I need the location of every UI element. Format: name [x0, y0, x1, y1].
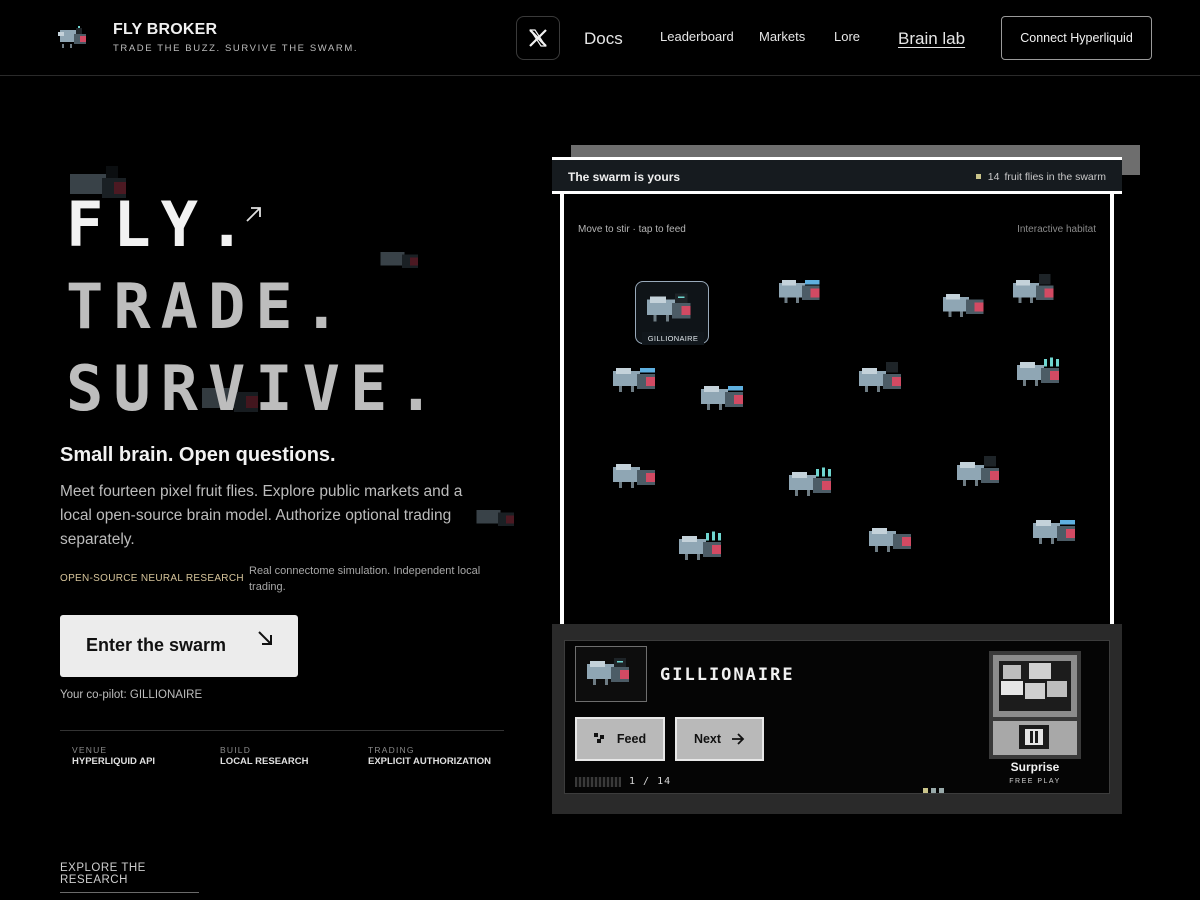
fly-sprite-icon[interactable]: [610, 362, 664, 398]
selected-fly-name: GILLIONAIRE: [642, 332, 704, 345]
feed-label: Feed: [616, 732, 647, 746]
meta-divider: [60, 730, 504, 731]
pager-dot: [931, 788, 936, 793]
fly-sprite-icon[interactable]: [954, 456, 1008, 492]
fly-sprite-icon[interactable]: [676, 530, 730, 566]
habitat-title: The swarm is yours: [568, 170, 681, 184]
explore-research-link[interactable]: EXPLORE THE RESEARCH: [60, 862, 199, 893]
fly-name: GILLIONAIRE: [660, 665, 795, 685]
pager-bar: [575, 777, 621, 787]
hero-intro: Meet fourteen pixel fruit flies. Explore…: [60, 483, 463, 548]
status-dot-icon: [975, 174, 981, 179]
pager-dots: [923, 780, 947, 798]
hero-subheading: Small brain. Open questions.: [60, 444, 336, 466]
nav-lore[interactable]: Lore: [834, 29, 860, 44]
background-fly-icon: [476, 510, 514, 526]
meta-trading-value: EXPLICIT AUTHORIZATION: [368, 756, 491, 767]
pager-count: 1 / 14: [629, 776, 672, 787]
x-logo-icon: [529, 29, 547, 47]
fly-sprite-icon[interactable]: [856, 362, 910, 398]
fly-sprite-icon[interactable]: [610, 458, 664, 494]
meta-build-value: LOCAL RESEARCH: [220, 756, 309, 767]
surprise-label[interactable]: Surprise: [989, 760, 1081, 774]
fly-sprite-icon: [587, 658, 629, 685]
research-tag: OPEN-SOURCE NEURAL RESEARCH: [60, 573, 244, 584]
copilot-text: Your co-pilot: GILLIONAIRE: [60, 689, 203, 701]
fly-sprite-icon[interactable]: [866, 522, 920, 558]
next-button[interactable]: Next: [675, 717, 764, 761]
arrow-up-right-icon: [246, 207, 261, 222]
habitat-label: Interactive habitat: [1017, 224, 1096, 235]
nav-brain-lab[interactable]: Brain lab: [898, 29, 965, 49]
fly-sprite-icon[interactable]: [776, 274, 828, 309]
swarm-count-number: 14: [987, 171, 1000, 183]
meta-venue-key: VENUE: [72, 745, 108, 755]
enter-swarm-label: Enter the swarm: [86, 635, 227, 655]
habitat-header: The swarm is yours 14 fruit flies in the …: [552, 157, 1122, 194]
fly-control-card: GILLIONAIRE Feed Next 1 / 14 Surprise FR…: [564, 640, 1110, 794]
arrow-right-icon: [732, 733, 745, 745]
fly-sprite-icon[interactable]: [698, 380, 752, 416]
hero-line-trade: TRADE.: [66, 270, 350, 343]
pixel-feed-icon: [593, 733, 604, 743]
fly-sprite-icon[interactable]: [786, 466, 840, 502]
brand-tagline: TRADE THE BUZZ. SURVIVE THE SWARM.: [113, 43, 359, 54]
gacha-machine-icon[interactable]: [989, 651, 1081, 759]
swarm-count-label: fruit flies in the swarm: [1004, 171, 1106, 183]
enter-swarm-button[interactable]: Enter the swarm: [60, 615, 298, 677]
background-fly-icon: [380, 252, 418, 268]
fly-sprite-icon[interactable]: [1014, 356, 1068, 392]
fly-sprite-icon[interactable]: [1010, 274, 1062, 309]
page: FLY BROKER TRADE THE BUZZ. SURVIVE THE S…: [0, 0, 1200, 900]
hero-line-survive: SURVIVE.: [66, 352, 445, 425]
arrow-down-right-icon: [258, 631, 272, 645]
meta-trading-key: TRADING: [368, 745, 415, 755]
fly-sprite-icon: [647, 293, 691, 322]
fly-sprite-icon[interactable]: [1030, 514, 1084, 550]
selected-fly[interactable]: GILLIONAIRE: [635, 281, 709, 345]
pager-dot: [923, 788, 928, 793]
surprise-subtitle: FREE PLAY: [1009, 778, 1061, 785]
brand-title[interactable]: FLY BROKER: [113, 21, 217, 39]
fly-logo-icon[interactable]: [56, 22, 92, 52]
fly-sprite-icon[interactable]: [940, 288, 992, 323]
nav-markets[interactable]: Markets: [759, 29, 805, 44]
top-bar: FLY BROKER TRADE THE BUZZ. SURVIVE THE S…: [0, 0, 1200, 76]
habitat-canvas[interactable]: Move to stir · tap to feed Interactive h…: [560, 194, 1114, 626]
fly-portrait: [575, 646, 647, 702]
swarm-count: 14 fruit flies in the swarm: [975, 171, 1106, 183]
research-tag-description: Real connectome simulation. Independent …: [249, 565, 481, 593]
habitat-hint: Move to stir · tap to feed: [578, 224, 686, 235]
hero-line-fly: FLY.: [66, 188, 256, 261]
feed-button[interactable]: Feed: [575, 717, 665, 761]
nav-docs[interactable]: Docs: [584, 29, 623, 49]
connect-hyperliquid-button[interactable]: Connect Hyperliquid: [1001, 16, 1152, 60]
meta-build-key: BUILD: [220, 745, 252, 755]
pager-dot: [939, 788, 944, 793]
x-social-button[interactable]: [516, 16, 560, 60]
nav-leaderboard[interactable]: Leaderboard: [660, 29, 734, 44]
next-label: Next: [693, 732, 722, 746]
meta-venue-value: HYPERLIQUID API: [72, 756, 156, 767]
